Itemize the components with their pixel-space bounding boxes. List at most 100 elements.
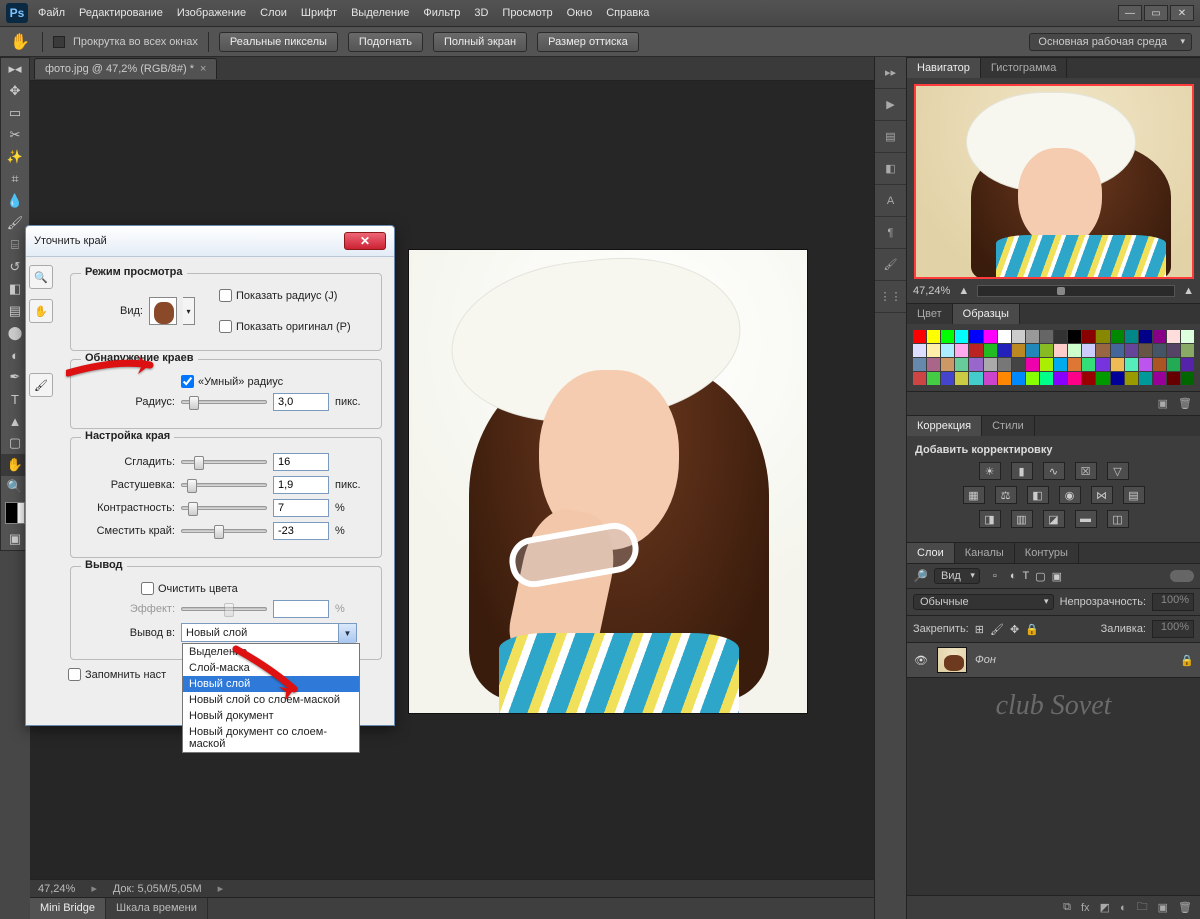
- hand-tool-icon[interactable]: ✋: [29, 299, 53, 323]
- move-tool[interactable]: ✥: [1, 80, 29, 102]
- swatch[interactable]: [1111, 372, 1124, 385]
- swatch[interactable]: [984, 372, 997, 385]
- swatch[interactable]: [927, 344, 940, 357]
- layer-row[interactable]: 👁 Фон 🔒: [907, 642, 1200, 678]
- swatch[interactable]: [1153, 330, 1166, 343]
- full-screen-button[interactable]: Полный экран: [433, 32, 527, 52]
- curves-icon[interactable]: ∿: [1043, 462, 1065, 480]
- color-lookup-icon[interactable]: ▤: [1123, 486, 1145, 504]
- output-opt-layer-mask[interactable]: Слой-маска: [183, 660, 359, 676]
- swatch[interactable]: [1082, 358, 1095, 371]
- channel-mixer-icon[interactable]: ⋈: [1091, 486, 1113, 504]
- swatch[interactable]: [1012, 372, 1025, 385]
- tab-timeline[interactable]: Шкала времени: [106, 898, 208, 919]
- swatch[interactable]: [984, 358, 997, 371]
- swatch[interactable]: [1082, 330, 1095, 343]
- swatch[interactable]: [955, 344, 968, 357]
- tab-navigator[interactable]: Навигатор: [907, 58, 981, 78]
- swatch[interactable]: [1125, 358, 1138, 371]
- exposure-icon[interactable]: ☒: [1075, 462, 1097, 480]
- swatch[interactable]: [1026, 372, 1039, 385]
- document-tab[interactable]: фото.jpg @ 47,2% (RGB/8#) * ×: [34, 58, 217, 79]
- swatch[interactable]: [1082, 372, 1095, 385]
- swatch[interactable]: [1111, 344, 1124, 357]
- lock-position-icon[interactable]: ✥: [1010, 623, 1019, 636]
- selective-color-icon[interactable]: ◫: [1107, 510, 1129, 528]
- levels-icon[interactable]: ▮: [1011, 462, 1033, 480]
- menu-filter[interactable]: Фильтр: [423, 7, 460, 19]
- swatch[interactable]: [1068, 344, 1081, 357]
- swatch[interactable]: [969, 330, 982, 343]
- document-canvas[interactable]: [408, 249, 808, 714]
- output-opt-new-doc-mask[interactable]: Новый документ со слоем-маской: [183, 724, 359, 752]
- swatch[interactable]: [927, 330, 940, 343]
- swatch[interactable]: [913, 344, 926, 357]
- swatch[interactable]: [998, 344, 1011, 357]
- swatch[interactable]: [1096, 358, 1109, 371]
- new-layer-icon[interactable]: ▣: [1158, 901, 1168, 914]
- hue-icon[interactable]: ▦: [963, 486, 985, 504]
- swatch[interactable]: [1054, 330, 1067, 343]
- filter-smart-icon[interactable]: ▣: [1052, 570, 1062, 583]
- layer-mask-icon[interactable]: ◩: [1100, 901, 1110, 914]
- output-opt-selection[interactable]: Выделение: [183, 644, 359, 660]
- tab-histogram[interactable]: Гистограмма: [981, 58, 1068, 78]
- swatch[interactable]: [1068, 372, 1081, 385]
- navigator-thumbnail[interactable]: [914, 84, 1194, 279]
- swatch[interactable]: [1096, 344, 1109, 357]
- photo-filter-icon[interactable]: ◉: [1059, 486, 1081, 504]
- lock-pixels-icon[interactable]: ⊞: [975, 623, 984, 636]
- filter-type-icon[interactable]: T: [1023, 570, 1030, 582]
- swatch[interactable]: [984, 330, 997, 343]
- swatch[interactable]: [1040, 358, 1053, 371]
- swatch[interactable]: [1125, 372, 1138, 385]
- marquee-tool[interactable]: ▭: [1, 102, 29, 124]
- swatch[interactable]: [1167, 372, 1180, 385]
- swatch[interactable]: [913, 330, 926, 343]
- feather-slider[interactable]: [181, 483, 267, 487]
- show-original-checkbox[interactable]: Показать оригинал (P): [219, 320, 351, 333]
- tab-channels[interactable]: Каналы: [955, 543, 1015, 563]
- brush-presets-icon[interactable]: ⋮⋮: [875, 281, 906, 313]
- tab-paths[interactable]: Контуры: [1015, 543, 1079, 563]
- swatch[interactable]: [1181, 358, 1194, 371]
- layer-filter-dropdown[interactable]: Вид: [934, 568, 980, 584]
- actions-icon[interactable]: ▤: [875, 121, 906, 153]
- eyedropper-tool[interactable]: 💧: [1, 190, 29, 212]
- fill-input[interactable]: 100%: [1152, 620, 1194, 638]
- swatch[interactable]: [955, 330, 968, 343]
- refine-brush-icon[interactable]: 🖌: [29, 373, 53, 397]
- menu-select[interactable]: Выделение: [351, 7, 409, 19]
- swatch[interactable]: [941, 372, 954, 385]
- swatch[interactable]: [927, 372, 940, 385]
- output-opt-new-layer-mask[interactable]: Новый слой со слоем-маской: [183, 692, 359, 708]
- swatch[interactable]: [998, 372, 1011, 385]
- lock-all-icon[interactable]: 🔒: [1025, 623, 1039, 636]
- menu-edit[interactable]: Редактирование: [79, 7, 163, 19]
- invert-icon[interactable]: ◨: [979, 510, 1001, 528]
- zoom-in-icon[interactable]: ▲: [1183, 285, 1194, 297]
- color-balance-icon[interactable]: ⚖: [995, 486, 1017, 504]
- scroll-all-checkbox[interactable]: Прокрутка во всех окнах: [53, 36, 198, 48]
- swatch[interactable]: [941, 344, 954, 357]
- tab-mini-bridge[interactable]: Mini Bridge: [30, 898, 106, 919]
- adjustment-layer-icon[interactable]: ◐: [1120, 902, 1127, 914]
- dialog-close-button[interactable]: ✕: [344, 232, 386, 250]
- delete-swatch-icon[interactable]: 🗑: [1178, 397, 1192, 410]
- swatch[interactable]: [955, 358, 968, 371]
- output-to-dropdown[interactable]: Новый слой ▼ Выделение Слой-маска Новый …: [181, 623, 357, 642]
- layer-thumbnail[interactable]: [937, 647, 967, 673]
- swatch[interactable]: [1167, 358, 1180, 371]
- swatch[interactable]: [1012, 344, 1025, 357]
- menu-view[interactable]: Просмотр: [502, 7, 552, 19]
- menu-3d[interactable]: 3D: [474, 7, 488, 19]
- filter-toggle[interactable]: [1170, 570, 1194, 582]
- vibrance-icon[interactable]: ▽: [1107, 462, 1129, 480]
- menu-type[interactable]: Шрифт: [301, 7, 337, 19]
- tab-styles[interactable]: Стили: [982, 416, 1035, 436]
- swatch[interactable]: [1040, 372, 1053, 385]
- opacity-input[interactable]: 100%: [1152, 593, 1194, 611]
- swatch[interactable]: [941, 330, 954, 343]
- swatch[interactable]: [1181, 344, 1194, 357]
- window-restore-button[interactable]: ▭: [1144, 5, 1168, 21]
